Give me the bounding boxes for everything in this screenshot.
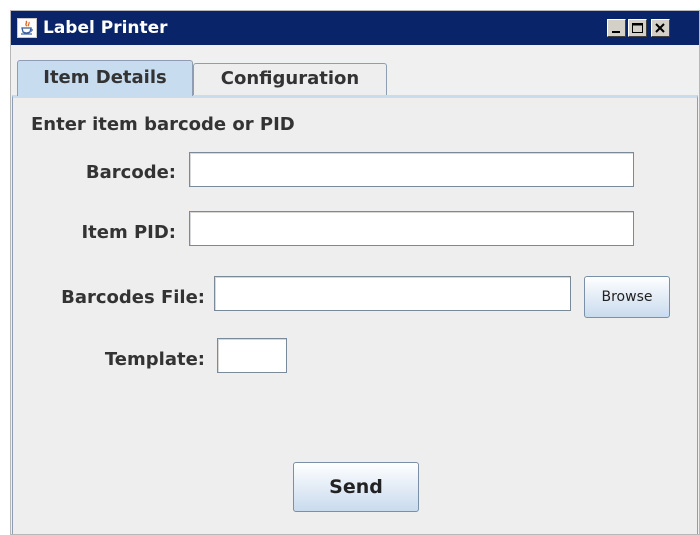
tab-configuration[interactable]: Configuration: [193, 63, 387, 95]
java-cup-icon: [17, 18, 37, 38]
label-printer-window: Label Printer Item Details Configuration…: [10, 10, 700, 535]
browse-button[interactable]: Browse: [584, 276, 670, 318]
maximize-button[interactable]: [628, 19, 647, 37]
minimize-button[interactable]: [607, 19, 626, 37]
close-icon: [655, 23, 665, 33]
barcode-input[interactable]: [189, 152, 634, 187]
minimize-icon: [612, 31, 620, 33]
barcodes-file-input[interactable]: [214, 276, 571, 311]
template-input[interactable]: [217, 338, 287, 373]
window-title: Label Printer: [43, 18, 168, 38]
template-label: Template:: [104, 349, 205, 370]
instruction-text: Enter item barcode or PID: [31, 114, 295, 135]
barcode-label: Barcode:: [85, 162, 176, 183]
close-button[interactable]: [651, 19, 670, 37]
maximize-icon: [632, 23, 643, 33]
item-pid-label: Item PID:: [81, 222, 176, 243]
title-bar[interactable]: Label Printer: [11, 11, 699, 45]
tab-item-details[interactable]: Item Details: [17, 60, 193, 96]
barcodes-file-label: Barcodes File:: [61, 287, 205, 308]
send-button[interactable]: Send: [293, 462, 419, 512]
item-pid-input[interactable]: [189, 211, 634, 246]
